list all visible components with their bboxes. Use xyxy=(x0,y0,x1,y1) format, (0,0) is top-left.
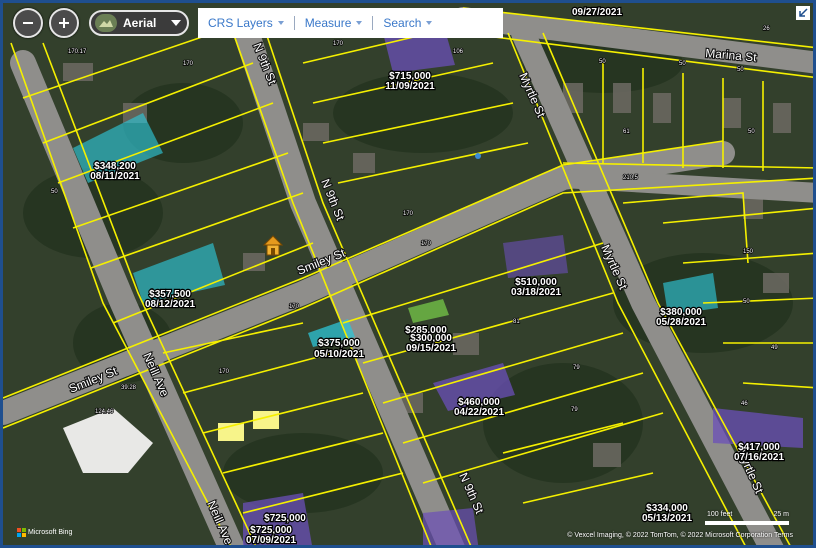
svg-text:106: 106 xyxy=(453,49,464,55)
bing-branding: Microsoft Bing xyxy=(17,528,72,537)
svg-text:26: 26 xyxy=(763,26,770,32)
zoom-in-button[interactable] xyxy=(49,8,79,38)
svg-text:170: 170 xyxy=(183,61,194,67)
terms-link[interactable]: Terms xyxy=(774,532,793,539)
svg-text:61: 61 xyxy=(623,129,630,135)
svg-text:07/09/2021: 07/09/2021 xyxy=(246,535,296,546)
sale-label: $348,20008/11/2021 xyxy=(89,160,141,183)
svg-text:170: 170 xyxy=(421,241,432,247)
sale-label: $417,00007/16/2021 xyxy=(733,441,786,464)
svg-text:150: 150 xyxy=(743,249,754,255)
basemap-label: Aerial xyxy=(123,16,157,30)
scale-label-feet: 100 feet xyxy=(707,511,733,518)
svg-text:04/22/2021: 04/22/2021 xyxy=(454,407,504,418)
chevron-down-icon xyxy=(277,21,284,25)
menu-label: Search xyxy=(383,16,422,30)
svg-text:05/28/2021: 05/28/2021 xyxy=(656,317,706,328)
zoom-out-button[interactable] xyxy=(13,8,43,38)
basemap-selector[interactable]: Aerial xyxy=(89,10,189,36)
plus-icon xyxy=(59,18,69,28)
svg-text:11/09/2021: 11/09/2021 xyxy=(385,81,435,92)
sale-label: $300,00009/15/2021 xyxy=(405,332,458,355)
sale-label: $725,000 xyxy=(263,512,308,525)
chevron-down-icon xyxy=(356,21,363,25)
sale-label: 09/27/2021 xyxy=(571,6,624,19)
svg-text:39.28: 39.28 xyxy=(121,385,137,391)
measure-menu[interactable]: Measure xyxy=(295,16,373,30)
microsoft-logo-icon xyxy=(17,528,26,537)
svg-text:$725,000: $725,000 xyxy=(264,513,306,524)
svg-text:81: 81 xyxy=(513,319,520,325)
svg-text:170: 170 xyxy=(289,304,300,310)
sale-label: $380,00005/28/2021 xyxy=(655,306,708,329)
svg-text:50: 50 xyxy=(737,67,744,73)
map-toolbar: Aerial xyxy=(13,7,189,39)
svg-text:03/18/2021: 03/18/2021 xyxy=(511,287,561,298)
crs-layers-menu[interactable]: CRS Layers xyxy=(198,16,294,30)
svg-text:50: 50 xyxy=(743,299,750,305)
svg-text:08/11/2021: 08/11/2021 xyxy=(90,171,140,182)
svg-text:50: 50 xyxy=(51,189,58,195)
map-attribution: © Vexcel Imaging, © 2022 TomTom, © 2022 … xyxy=(567,532,793,539)
svg-text:50: 50 xyxy=(679,61,686,67)
svg-text:08/12/2021: 08/12/2021 xyxy=(145,299,195,310)
sale-label: $715,00011/09/2021 xyxy=(384,70,436,93)
svg-text:$375,000: $375,000 xyxy=(318,338,360,349)
aerial-thumbnail-icon xyxy=(95,14,117,32)
svg-text:09/15/2021: 09/15/2021 xyxy=(406,343,456,354)
aerial-map[interactable]: 170.17 170 170 106 50 50 50 26 50 61 170… xyxy=(3,3,816,548)
chevron-down-icon xyxy=(171,20,181,26)
scale-label-meters: 25 m xyxy=(773,511,789,518)
sale-label: $375,00005/10/2021 xyxy=(313,337,366,361)
svg-text:170: 170 xyxy=(333,41,344,47)
svg-text:170.17: 170.17 xyxy=(68,49,87,55)
sale-label: $357,50008/12/2021 xyxy=(144,288,197,311)
minus-icon xyxy=(23,22,33,24)
svg-text:05/10/2021: 05/10/2021 xyxy=(314,349,364,360)
svg-text:50: 50 xyxy=(599,59,606,65)
sale-label: $510,00003/18/2021 xyxy=(510,276,563,299)
map-frame: 170.17 170 170 106 50 50 50 26 50 61 170… xyxy=(0,0,816,548)
svg-text:46: 46 xyxy=(741,401,748,407)
scale-bar: 100 feet 25 m xyxy=(649,511,789,525)
menu-label: CRS Layers xyxy=(208,16,273,30)
search-menu[interactable]: Search xyxy=(373,16,442,30)
sale-label: $725,00007/09/2021 xyxy=(245,524,298,546)
scale-line xyxy=(705,521,789,525)
brand-label: Microsoft Bing xyxy=(28,529,73,536)
svg-text:124.46: 124.46 xyxy=(95,409,114,415)
menu-bar: CRS Layers Measure Search xyxy=(198,8,503,38)
expand-button[interactable] xyxy=(796,6,810,20)
attribution-text: © Vexcel Imaging, © 2022 TomTom, © 2022 … xyxy=(567,532,773,539)
chevron-down-icon xyxy=(426,21,433,25)
expand-arrow-icon xyxy=(799,8,808,17)
menu-label: Measure xyxy=(304,16,352,30)
svg-text:09/27/2021: 09/27/2021 xyxy=(572,7,622,18)
location-marker xyxy=(475,153,481,159)
svg-text:170: 170 xyxy=(219,369,230,375)
sale-label: $460,00004/22/2021 xyxy=(453,396,506,419)
svg-text:07/16/2021: 07/16/2021 xyxy=(734,452,784,463)
svg-text:210.5: 210.5 xyxy=(623,175,639,181)
svg-text:170: 170 xyxy=(403,211,414,217)
svg-text:79: 79 xyxy=(571,407,578,413)
svg-text:50: 50 xyxy=(748,129,755,135)
svg-text:79: 79 xyxy=(573,365,580,371)
svg-text:49: 49 xyxy=(771,345,778,351)
